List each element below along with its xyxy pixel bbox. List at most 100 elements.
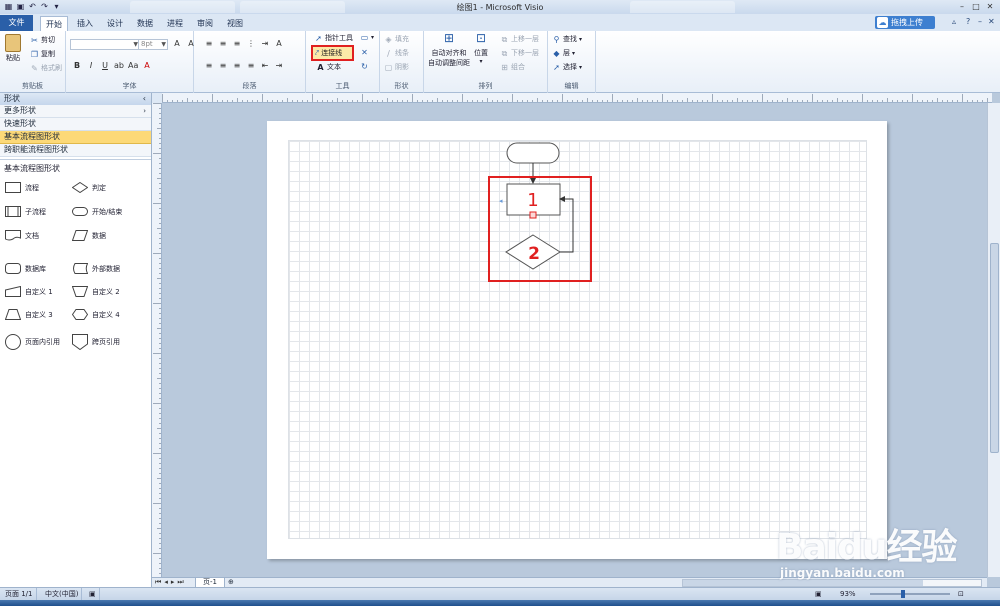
increase-indent-icon[interactable]: ⇥ xyxy=(274,61,284,71)
shape-database[interactable]: 数据库 xyxy=(5,263,46,274)
more-shapes-row[interactable]: 更多形状 › xyxy=(0,105,151,118)
shape-decision[interactable]: 判定 xyxy=(72,182,106,193)
shape-process[interactable]: 流程 xyxy=(5,182,39,193)
decrease-indent-icon[interactable]: ⇤ xyxy=(260,61,270,71)
connection-handle[interactable] xyxy=(529,211,537,219)
zoom-slider-knob[interactable] xyxy=(901,590,905,598)
connector-button[interactable]: ⤤ 连接线 xyxy=(311,45,354,61)
start-end-shape[interactable] xyxy=(506,142,560,164)
insert-page-icon[interactable]: ⊕ xyxy=(228,578,234,587)
strikethrough-icon[interactable]: ab xyxy=(114,61,124,71)
send-backward-button[interactable]: ⧉ 下移一层 xyxy=(500,48,539,58)
tab-insert[interactable]: 插入 xyxy=(72,16,98,31)
shape-custom-4[interactable]: 自定义 4 xyxy=(72,309,120,320)
close-doc-icon[interactable]: ✕ xyxy=(988,17,995,26)
vertical-scroll-thumb[interactable] xyxy=(990,243,999,453)
select-button[interactable]: ➚ 选择 ▾ xyxy=(552,62,582,72)
collapse-panel-icon[interactable]: ‹ xyxy=(143,93,146,105)
drawing-page[interactable]: 1 ◂ 2 xyxy=(267,121,887,559)
shape-start-end[interactable]: 开始/结束 xyxy=(72,206,122,217)
zoom-slider[interactable] xyxy=(870,590,950,598)
drawing-area[interactable]: 1 ◂ 2 xyxy=(152,93,1000,587)
position-button[interactable]: ⊡ 位置 ▾ xyxy=(474,32,488,65)
close-tool-button[interactable]: ✕ xyxy=(360,48,369,57)
grow-font-icon[interactable]: A xyxy=(172,39,182,49)
shape-off-page-ref[interactable]: 跨页引用 xyxy=(72,334,120,350)
tab-design[interactable]: 设计 xyxy=(102,16,128,31)
close-icon[interactable]: ✕ xyxy=(984,1,996,12)
indent-icon[interactable]: ⇥ xyxy=(260,39,270,49)
horizontal-scroll-thumb[interactable] xyxy=(683,580,923,586)
case-icon[interactable]: Aa xyxy=(128,61,138,71)
rectangle-tool-button[interactable]: ▭ ▾ xyxy=(360,33,374,42)
shape-data[interactable]: 数据 xyxy=(72,230,106,241)
upload-button[interactable]: ☁ 拖拽上传 xyxy=(875,16,935,29)
cross-functional-row[interactable]: 跨职能流程图形状 xyxy=(0,144,151,157)
first-page-icon[interactable]: ⏮ xyxy=(155,578,161,587)
align-middle-icon[interactable]: ≡ xyxy=(218,39,228,49)
align-center-icon[interactable]: ≡ xyxy=(218,61,228,71)
page-number-status[interactable]: 页面 1/1 xyxy=(2,588,37,600)
tab-home[interactable]: 开始 xyxy=(40,16,68,31)
language-status[interactable]: 中文(中国) xyxy=(42,588,83,600)
rotate-tool-button[interactable]: ↻ xyxy=(360,62,369,71)
underline-icon[interactable]: U xyxy=(100,61,110,71)
tab-view[interactable]: 视图 xyxy=(222,16,248,31)
save-icon[interactable]: ▣ xyxy=(16,2,25,11)
auto-align-button[interactable]: ⊞ 自动对齐和 自动调整间距 xyxy=(428,32,470,68)
align-right-icon[interactable]: ≡ xyxy=(232,61,242,71)
paste-button[interactable]: 粘贴 xyxy=(5,34,21,63)
next-page-icon[interactable]: ▸ xyxy=(171,578,175,587)
shape-external-data[interactable]: 外部数据 xyxy=(72,263,120,274)
bring-forward-button[interactable]: ⧉ 上移一层 xyxy=(500,34,539,44)
layer-button[interactable]: ◆ 层 ▾ xyxy=(552,48,575,58)
quick-shapes-row[interactable]: 快速形状 xyxy=(0,118,151,131)
italic-icon[interactable]: I xyxy=(86,61,96,71)
font-size-combo[interactable]: 8pt ▼ xyxy=(138,39,168,50)
customize-icon[interactable]: ▾ xyxy=(52,2,61,11)
maximize-icon[interactable]: □ xyxy=(970,1,982,12)
align-left-icon[interactable]: ≡ xyxy=(204,61,214,71)
shape-on-page-ref[interactable]: 页面内引用 xyxy=(5,334,60,350)
justify-icon[interactable]: ≡ xyxy=(246,61,256,71)
tab-data[interactable]: 数据 xyxy=(132,16,158,31)
tab-process[interactable]: 进程 xyxy=(162,16,188,31)
shape-document[interactable]: 文档 xyxy=(5,230,39,241)
tab-review[interactable]: 审阅 xyxy=(192,16,218,31)
prev-page-icon[interactable]: ◂ xyxy=(164,578,168,587)
vertical-scrollbar[interactable] xyxy=(987,103,1000,577)
copy-button[interactable]: ❐ 复制 xyxy=(30,49,55,59)
redo-icon[interactable]: ↷ xyxy=(40,2,49,11)
collapse-ribbon-icon[interactable]: ▵ xyxy=(952,17,956,26)
group-button[interactable]: ⊞ 组合 xyxy=(500,62,525,72)
shape-subprocess[interactable]: 子流程 xyxy=(5,206,46,217)
shape-custom-1[interactable]: 自定义 1 xyxy=(5,286,53,297)
zoom-level[interactable]: 93% xyxy=(840,588,856,600)
macro-icon[interactable]: ▣ xyxy=(86,588,100,600)
find-button[interactable]: ⚲ 查找 ▾ xyxy=(552,34,582,44)
full-screen-icon[interactable]: ▣ xyxy=(815,588,822,600)
tab-file[interactable]: 文件 xyxy=(0,15,33,31)
align-top-icon[interactable]: ≡ xyxy=(204,39,214,49)
align-bottom-icon[interactable]: ≡ xyxy=(232,39,242,49)
loop-connector-line[interactable] xyxy=(559,196,574,253)
horizontal-scrollbar[interactable] xyxy=(682,579,982,587)
undo-icon[interactable]: ↶ xyxy=(28,2,37,11)
basic-flowchart-row[interactable]: 基本流程图形状 xyxy=(0,131,151,144)
cut-button[interactable]: ✂ 剪切 xyxy=(30,35,55,45)
bullets-icon[interactable]: ⋮ xyxy=(246,39,256,49)
text-direction-icon[interactable]: A xyxy=(274,39,284,49)
shape-custom-3[interactable]: 自定义 3 xyxy=(5,309,53,320)
font-name-combo[interactable]: ▼ xyxy=(70,39,140,50)
format-painter-button[interactable]: ✎ 格式刷 xyxy=(30,63,62,73)
shadow-button[interactable]: ▢ 阴影 xyxy=(384,62,409,72)
bold-icon[interactable]: B xyxy=(72,61,82,71)
text-tool-button[interactable]: A 文本 xyxy=(316,62,341,72)
last-page-icon[interactable]: ⏭ xyxy=(177,578,183,587)
help-icon[interactable]: ? xyxy=(966,17,970,26)
shape-custom-2[interactable]: 自定义 2 xyxy=(72,286,120,297)
fill-button[interactable]: ◈ 填充 xyxy=(384,34,409,44)
minimize-icon[interactable]: – xyxy=(956,1,968,12)
minimize-doc-icon[interactable]: – xyxy=(978,17,982,26)
font-color-icon[interactable]: A xyxy=(142,61,152,71)
